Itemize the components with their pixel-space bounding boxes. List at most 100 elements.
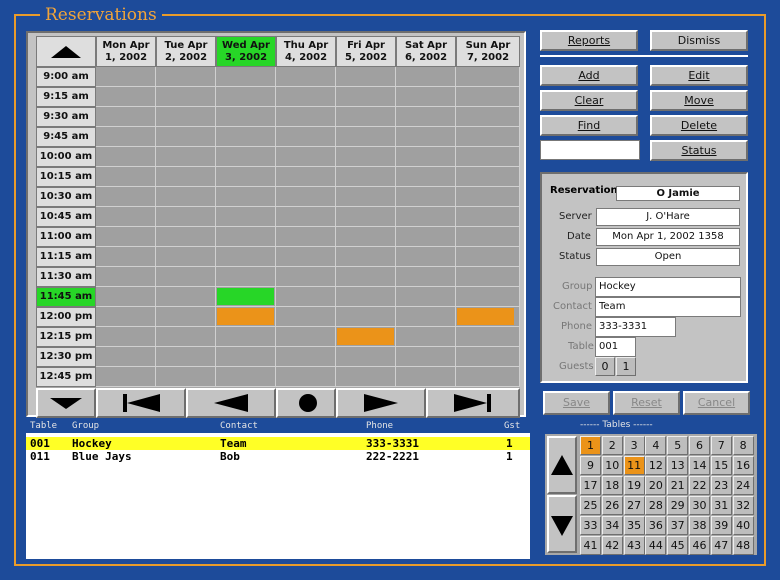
- status-button[interactable]: Status: [650, 140, 748, 161]
- calendar-cell[interactable]: [396, 327, 456, 347]
- time-slot-label[interactable]: 12:45 pm: [36, 367, 96, 387]
- calendar-cell[interactable]: [156, 147, 216, 167]
- calendar-cell[interactable]: [456, 347, 520, 367]
- find-input[interactable]: [540, 140, 640, 160]
- clear-button[interactable]: Clear: [540, 90, 638, 111]
- table-button[interactable]: 35: [623, 516, 645, 535]
- calendar-cell[interactable]: [336, 127, 396, 147]
- table-button[interactable]: 39: [710, 516, 732, 535]
- calendar-cell[interactable]: [276, 327, 336, 347]
- table-button[interactable]: 3: [623, 436, 645, 455]
- calendar-cell[interactable]: [276, 267, 336, 287]
- table-button[interactable]: 27: [623, 496, 645, 515]
- day-header[interactable]: Sat Apr 6, 2002: [396, 36, 456, 67]
- edit-button[interactable]: Edit: [650, 65, 748, 86]
- calendar-cell[interactable]: [336, 147, 396, 167]
- guests-adult-field[interactable]: 0: [595, 357, 615, 376]
- time-slot-label[interactable]: 11:30 am: [36, 267, 96, 287]
- reservation-block[interactable]: [217, 288, 274, 305]
- last-week-button[interactable]: [426, 388, 520, 418]
- table-button[interactable]: 36: [645, 516, 667, 535]
- calendar-cell[interactable]: [396, 227, 456, 247]
- calendar-cell[interactable]: [276, 367, 336, 387]
- save-button[interactable]: Save: [543, 391, 610, 415]
- calendar-cell[interactable]: [216, 367, 276, 387]
- time-slot-label[interactable]: 10:15 am: [36, 167, 96, 187]
- find-button[interactable]: Find: [540, 115, 638, 136]
- day-header[interactable]: Sun Apr 7, 2002: [456, 36, 520, 67]
- calendar-cell[interactable]: [156, 267, 216, 287]
- table-button[interactable]: 40: [732, 516, 754, 535]
- calendar-cell[interactable]: [456, 327, 520, 347]
- table-button[interactable]: 46: [689, 536, 710, 555]
- calendar-cell[interactable]: [396, 307, 456, 327]
- calendar-cell[interactable]: [156, 127, 216, 147]
- calendar-cell[interactable]: [456, 287, 520, 307]
- table-button[interactable]: 38: [689, 516, 710, 535]
- time-slot-label[interactable]: 9:00 am: [36, 67, 96, 87]
- time-slot-label[interactable]: 12:15 pm: [36, 327, 96, 347]
- calendar-cell[interactable]: [396, 167, 456, 187]
- calendar-cell[interactable]: [396, 207, 456, 227]
- calendar-cell[interactable]: [456, 227, 520, 247]
- calendar-cell[interactable]: [96, 67, 156, 87]
- time-slot-label[interactable]: 11:00 am: [36, 227, 96, 247]
- table-button[interactable]: 24: [732, 476, 754, 495]
- calendar-cell[interactable]: [216, 347, 276, 367]
- calendar-cell[interactable]: [396, 347, 456, 367]
- calendar-cell[interactable]: [156, 87, 216, 107]
- reset-button[interactable]: Reset: [613, 391, 680, 415]
- calendar-cell[interactable]: [216, 87, 276, 107]
- calendar-cell[interactable]: [276, 127, 336, 147]
- table-button[interactable]: 33: [580, 516, 601, 535]
- reservation-block[interactable]: [217, 308, 274, 325]
- table-button[interactable]: 13: [667, 456, 689, 475]
- guests-child-field[interactable]: 1: [616, 357, 636, 376]
- delete-button[interactable]: Delete: [650, 115, 748, 136]
- calendar-cell[interactable]: [276, 307, 336, 327]
- calendar-cell[interactable]: [156, 347, 216, 367]
- table-button[interactable]: 47: [710, 536, 732, 555]
- calendar-cell[interactable]: [396, 107, 456, 127]
- table-button[interactable]: 34: [601, 516, 623, 535]
- scroll-up-button[interactable]: [36, 36, 96, 67]
- table-button[interactable]: 31: [710, 496, 732, 515]
- calendar-cell[interactable]: [456, 267, 520, 287]
- calendar-cell[interactable]: [396, 127, 456, 147]
- calendar-cell[interactable]: [216, 187, 276, 207]
- calendar-cell[interactable]: [456, 187, 520, 207]
- phone-field[interactable]: 333-3331: [595, 317, 676, 337]
- calendar-cell[interactable]: [96, 187, 156, 207]
- time-slot-label[interactable]: 11:45 am: [36, 287, 96, 307]
- calendar-cell[interactable]: [216, 207, 276, 227]
- next-week-button[interactable]: [336, 388, 426, 418]
- table-button[interactable]: 37: [667, 516, 689, 535]
- table-field[interactable]: 001: [595, 337, 636, 357]
- calendar-cell[interactable]: [336, 87, 396, 107]
- calendar-cell[interactable]: [396, 187, 456, 207]
- calendar-cell[interactable]: [336, 247, 396, 267]
- table-button[interactable]: 16: [732, 456, 754, 475]
- table-button[interactable]: 19: [623, 476, 645, 495]
- day-header[interactable]: Mon Apr 1, 2002: [96, 36, 156, 67]
- group-field[interactable]: Hockey: [595, 277, 741, 297]
- time-slot-label[interactable]: 10:30 am: [36, 187, 96, 207]
- table-button[interactable]: 7: [710, 436, 732, 455]
- table-button[interactable]: 17: [580, 476, 601, 495]
- calendar-cell[interactable]: [456, 67, 520, 87]
- table-button[interactable]: 29: [667, 496, 689, 515]
- calendar-cell[interactable]: [216, 247, 276, 267]
- calendar-cell[interactable]: [156, 167, 216, 187]
- calendar-cell[interactable]: [336, 287, 396, 307]
- table-button[interactable]: 25: [580, 496, 601, 515]
- calendar-cell[interactable]: [216, 227, 276, 247]
- list-item[interactable]: 001 Hockey Team 333-3331 1: [26, 437, 530, 450]
- calendar-cell[interactable]: [336, 367, 396, 387]
- calendar-cell[interactable]: [156, 187, 216, 207]
- calendar-cell[interactable]: [456, 107, 520, 127]
- calendar-cell[interactable]: [96, 227, 156, 247]
- calendar-cell[interactable]: [216, 267, 276, 287]
- calendar-cell[interactable]: [276, 147, 336, 167]
- calendar-cell[interactable]: [156, 247, 216, 267]
- calendar-cell[interactable]: [276, 247, 336, 267]
